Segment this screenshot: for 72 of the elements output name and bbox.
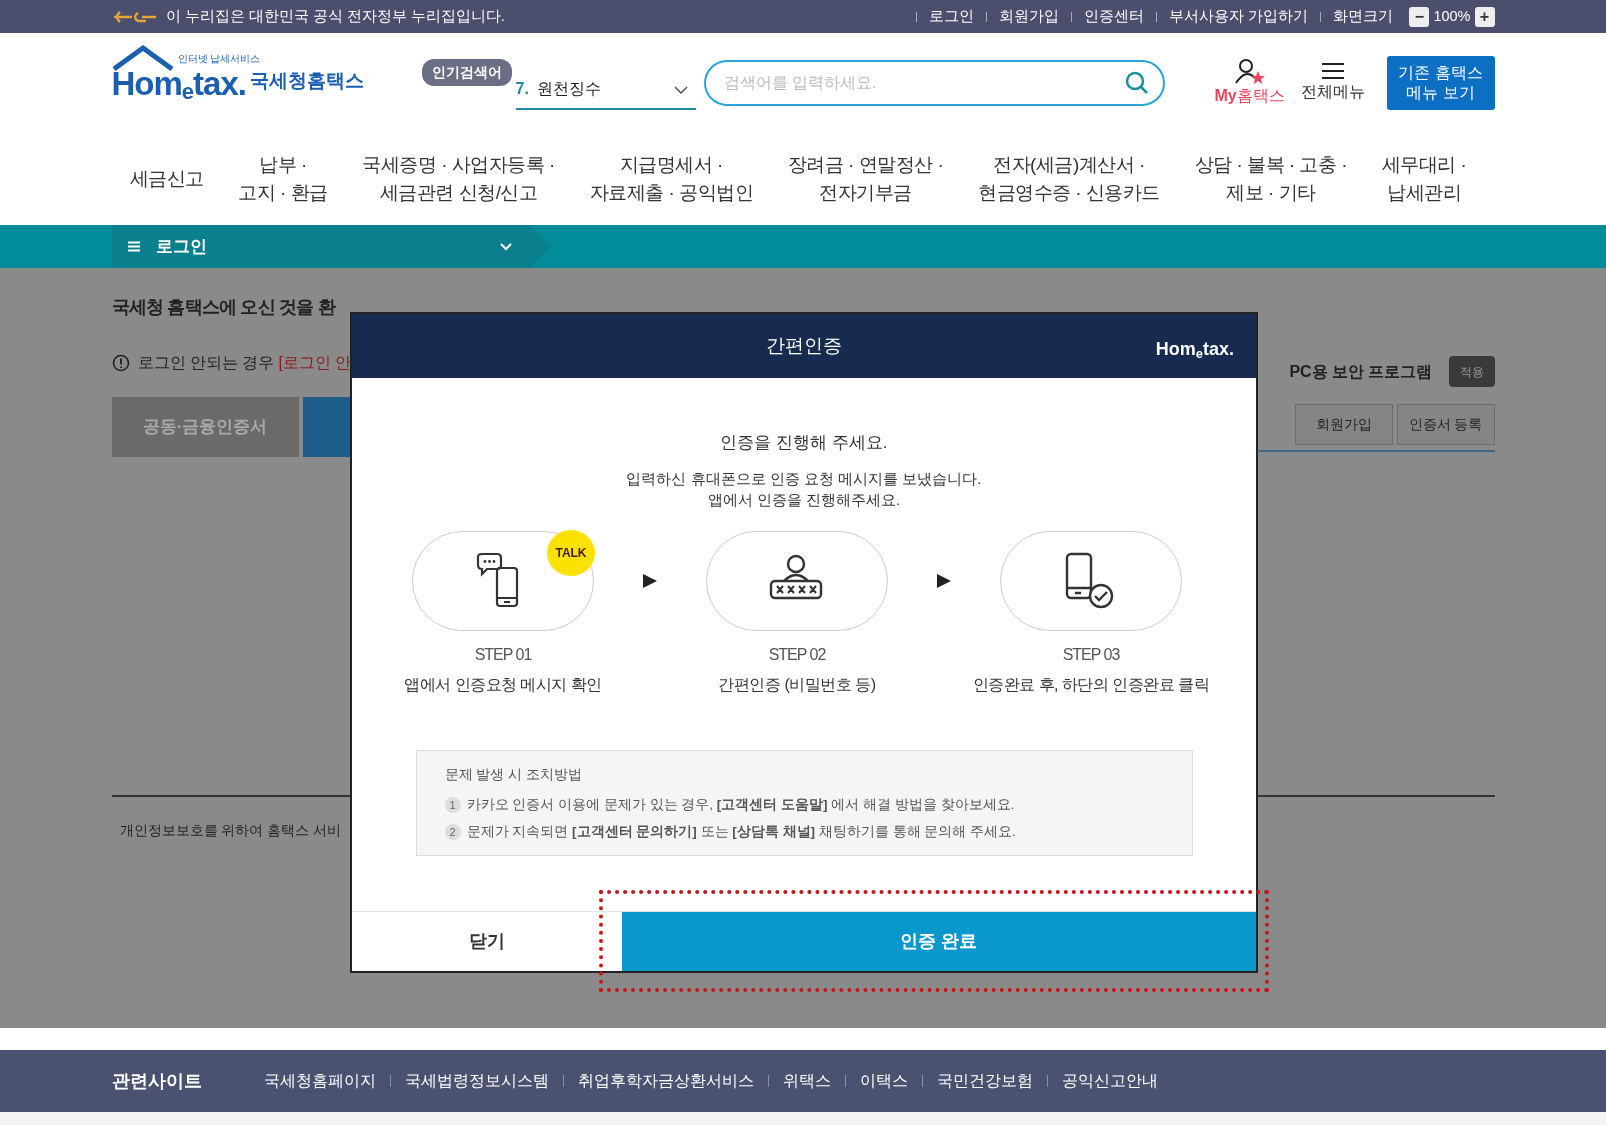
help-link[interactable]: [고객센터 문의하기] [572, 823, 697, 839]
chevron-down-icon [673, 86, 688, 94]
my-hometax-link[interactable]: My홈택스 [1214, 84, 1285, 108]
emblem-icon [111, 8, 158, 25]
security-label: PC용 보안 프로그램 [1289, 361, 1433, 382]
step-description: 간편인증 (비밀번호 등) [718, 675, 876, 695]
footer-link[interactable]: 이택스 [859, 1069, 908, 1093]
dialog-message: 입력하신 휴대폰으로 인증 요청 메시지를 보냈습니다. 앱에서 인증을 진행해주세요. [626, 468, 982, 511]
play-arrow-icon [642, 573, 658, 589]
search-icon [1124, 71, 1149, 95]
logo-wordmark[interactable]: Hom$_{e}$tax. [111, 66, 246, 100]
talk-badge: TALK [547, 530, 595, 576]
step-description: 인증완료 후, 하단의 인증완료 클릭 [972, 675, 1210, 695]
apply-button[interactable]: 적용 [1448, 356, 1495, 387]
footer-link[interactable]: 국민건강보험 [936, 1069, 1033, 1093]
footer-link[interactable]: 국세법령정보시스템 [404, 1069, 549, 1093]
step-label: STEP 02 [768, 645, 826, 665]
breadcrumb-dropdown[interactable]: 로그인 [111, 225, 552, 268]
chevron-down-icon [499, 242, 512, 251]
house-roof-icon [111, 44, 174, 71]
login-help-text: 로그인 안되는 경우 [137, 353, 275, 373]
footer-title: 관련사이트 [111, 1069, 202, 1093]
top-link[interactable]: 인증센터 [1084, 5, 1145, 28]
zoom-in-button[interactable]: + [1474, 6, 1495, 27]
popular-keyword-dropdown[interactable]: 7. 원천징수 [515, 70, 696, 110]
nav-item[interactable]: 전자(세금)계산서 · 현금영수증 · 신용카드 [978, 151, 1160, 207]
privacy-note: 개인정보보호를 위하여 홈택스 서비 [118, 822, 342, 838]
nav-item[interactable]: 납부 · 고지 · 환급 [238, 151, 328, 207]
nav-item[interactable]: 장려금 · 연말정산 · 전자기부금 [787, 151, 944, 207]
help-title: 문제 발생 시 조치방법 [444, 766, 583, 784]
search-field[interactable]: 검색어를 입력하세요. [703, 60, 1165, 106]
help-text: 문제가 지속되면 [고객센터 문의하기] 또는 [상담톡 채널] 채팅하기를 통해 문의해 주세요. [466, 822, 1016, 841]
zoom-label: 화면크기 [1333, 6, 1394, 26]
step-label: STEP 01 [474, 645, 532, 665]
legacy-menu-button[interactable]: 기존 홈택스 메뉴 보기 [1386, 56, 1495, 110]
popular-badge: 인기검색어 [421, 59, 512, 86]
outline-button[interactable]: 회원가입 [1294, 404, 1393, 445]
top-link[interactable]: 로그인 [929, 5, 975, 28]
footer-link[interactable]: 공익신고안내 [1061, 1069, 1158, 1093]
number-badge: 2 [444, 823, 461, 840]
nav-item[interactable]: 상담 · 불복 · 고충 · 제보 · 기타 [1194, 151, 1348, 207]
help-link[interactable]: [상담톡 채널] [732, 823, 816, 839]
dialog-logo: Hom$_{e}$tax. [1155, 338, 1234, 363]
step-label: STEP 03 [1062, 645, 1120, 665]
dialog-title: 간편인증 [766, 333, 842, 358]
footer-link[interactable]: 취업후학자금상환서비스 [577, 1069, 754, 1093]
help-link[interactable]: [고객센터 도움말] [716, 797, 828, 813]
gov-notice: 이 누리집은 대한민국 공식 전자정부 누리집입니다. [165, 6, 505, 26]
user-star-icon [1234, 58, 1265, 84]
footer-link[interactable]: 위택스 [782, 1069, 831, 1093]
top-link[interactable]: 부서사용자 가입하기 [1169, 5, 1309, 28]
welcome-heading: 국세청 홈택스에 오신 것을 환 [111, 296, 337, 319]
help-text: 카카오 인증서 이용에 문제가 있는 경우, [고객센터 도움말] 에서 해결 방법을 찾아보세요. [466, 796, 1015, 815]
zoom-out-button[interactable]: − [1409, 6, 1430, 27]
nav-item[interactable]: 국세증명 · 사업자등록 · 세금관련 신청/신고 [362, 151, 555, 207]
logo-tagline: 인터넷 납세서비스 [177, 51, 261, 66]
footer-link[interactable]: 국세청홈페이지 [263, 1069, 376, 1093]
zoom-value: 100% [1433, 6, 1471, 26]
all-menu-link[interactable]: 전체메뉴 [1300, 80, 1365, 104]
info-icon [111, 354, 130, 372]
top-link[interactable]: 회원가입 [999, 5, 1060, 28]
dialog-heading: 인증을 진행해 주세요. [720, 432, 888, 454]
nav-item[interactable]: 세무대리 · 납세관리 [1381, 151, 1467, 207]
step-description: 앱에서 인증요청 메시지 확인 [404, 675, 602, 695]
nav-item[interactable]: 지급명세서 · 자료제출 · 공익법인 [589, 151, 754, 207]
menu-icon [127, 241, 140, 252]
outline-button[interactable]: 인증서 등록 [1396, 404, 1495, 445]
number-badge: 1 [444, 797, 461, 814]
logo-name[interactable]: 국세청홈택스 [249, 67, 364, 96]
nav-item[interactable]: 세금신고 [129, 165, 204, 193]
menu-icon [1321, 62, 1344, 80]
play-arrow-icon [936, 573, 952, 589]
